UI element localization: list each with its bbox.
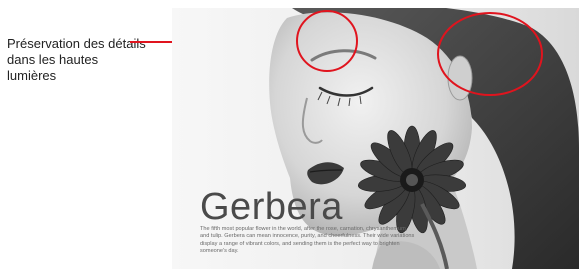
highlight-circle-ear (437, 12, 543, 96)
highlight-circle-forehead (296, 10, 358, 72)
callout-label: Préservation des détails dans les hautes… (7, 36, 146, 83)
body-copy: The fifth most popular flower in the wor… (200, 226, 415, 254)
headline: Gerbera (200, 186, 343, 228)
